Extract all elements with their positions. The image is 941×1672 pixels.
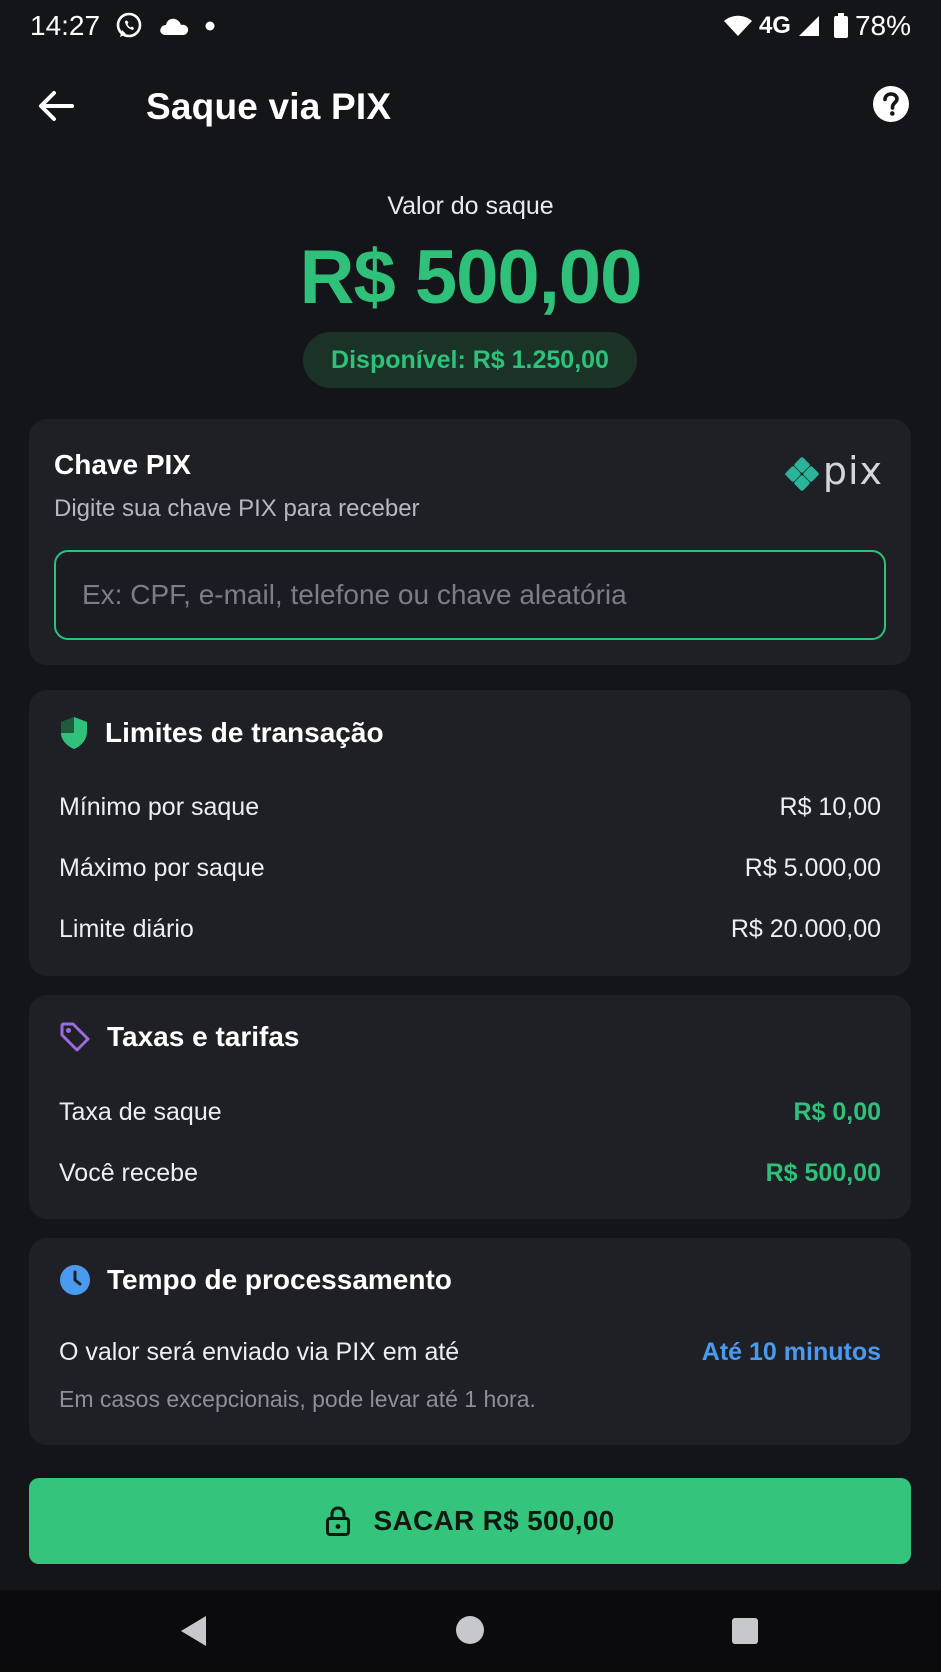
cloud-icon xyxy=(160,18,189,35)
nav-recents-icon[interactable] xyxy=(732,1618,758,1644)
withdraw-button-label: SACAR R$ 500,00 xyxy=(373,1505,615,1536)
amount-label: Valor do saque xyxy=(387,192,554,220)
pix-logo-text: pix xyxy=(822,449,883,493)
wifi-icon xyxy=(723,15,752,36)
signal-icon xyxy=(798,16,819,36)
transaction-limits-card: Limites de transação Mínimo por saque R$… xyxy=(29,690,911,976)
lock-icon xyxy=(326,1506,351,1536)
fee-label: Você recebe xyxy=(59,1159,198,1187)
limit-row-max: Máximo por saque R$ 5.000,00 xyxy=(59,854,881,883)
battery-icon xyxy=(833,13,848,38)
help-circle-icon[interactable] xyxy=(871,84,911,124)
fee-value: R$ 0,00 xyxy=(793,1098,881,1126)
processing-title: Tempo de processamento xyxy=(107,1264,452,1295)
available-balance-badge: Disponível: R$ 1.250,00 xyxy=(303,332,637,388)
pix-key-title: Chave PIX xyxy=(54,449,191,480)
whatsapp-icon xyxy=(116,12,142,38)
processing-row: O valor será enviado via PIX em até Até … xyxy=(59,1338,881,1367)
processing-header: Tempo de processamento xyxy=(59,1264,452,1296)
limit-label: Limite diário xyxy=(59,915,194,943)
fee-row-withdraw: Taxa de saque R$ 0,00 xyxy=(59,1098,881,1127)
limit-label: Máximo por saque xyxy=(59,854,265,882)
screen: 14:27 4G 78% Saque via PIX Valor do saqu… xyxy=(0,0,941,1672)
pix-key-input[interactable] xyxy=(54,550,886,640)
fees-header: Taxas e tarifas xyxy=(59,1021,300,1053)
app-bar: Saque via PIX xyxy=(0,62,941,152)
limit-value: R$ 10,00 xyxy=(779,793,881,821)
withdraw-button[interactable]: SACAR R$ 500,00 xyxy=(29,1478,911,1564)
processing-note: Em casos excepcionais, pode levar até 1 … xyxy=(59,1386,536,1412)
shield-icon xyxy=(61,717,87,749)
limit-row-daily: Limite diário R$ 20.000,00 xyxy=(59,915,881,944)
limits-header: Limites de transação xyxy=(59,716,384,750)
nav-home-icon[interactable] xyxy=(456,1616,484,1644)
nav-back-icon[interactable] xyxy=(178,1614,210,1648)
amount-value: R$ 500,00 xyxy=(299,235,643,320)
tag-icon xyxy=(60,1022,90,1052)
pix-key-subtitle: Digite sua chave PIX para receber xyxy=(54,495,420,522)
processing-label: O valor será enviado via PIX em até xyxy=(59,1338,460,1366)
processing-time-card: Tempo de processamento O valor será envi… xyxy=(29,1238,911,1445)
fee-value: R$ 500,00 xyxy=(765,1159,881,1187)
limit-label: Mínimo por saque xyxy=(59,793,260,821)
limit-value: R$ 20.000,00 xyxy=(730,915,881,943)
clock: 14:27 xyxy=(30,10,101,41)
fees-card: Taxas e tarifas Taxa de saque R$ 0,00 Vo… xyxy=(29,995,911,1219)
limit-row-min: Mínimo por saque R$ 10,00 xyxy=(59,793,881,822)
network-type: 4G xyxy=(758,12,791,39)
status-left: 14:27 xyxy=(30,10,216,42)
clock-icon xyxy=(60,1265,90,1295)
system-nav-bar xyxy=(0,1590,941,1672)
fee-row-receive: Você recebe R$ 500,00 xyxy=(59,1159,881,1188)
pix-diamond-icon xyxy=(785,457,819,491)
limits-title: Limites de transação xyxy=(105,717,384,748)
pix-logo: pix xyxy=(785,449,883,493)
dot-icon xyxy=(205,21,215,31)
status-right: 4G 78% xyxy=(723,10,911,42)
page-title: Saque via PIX xyxy=(146,86,392,127)
processing-value: Até 10 minutos xyxy=(701,1338,881,1366)
status-bar: 14:27 4G 78% xyxy=(0,0,941,52)
limit-value: R$ 5.000,00 xyxy=(744,854,881,882)
fee-label: Taxa de saque xyxy=(59,1098,222,1126)
fees-title: Taxas e tarifas xyxy=(107,1021,300,1052)
pix-key-card: Chave PIX Digite sua chave PIX para rece… xyxy=(29,419,911,665)
battery-percent: 78% xyxy=(854,10,911,41)
arrow-left-icon[interactable] xyxy=(34,84,78,128)
